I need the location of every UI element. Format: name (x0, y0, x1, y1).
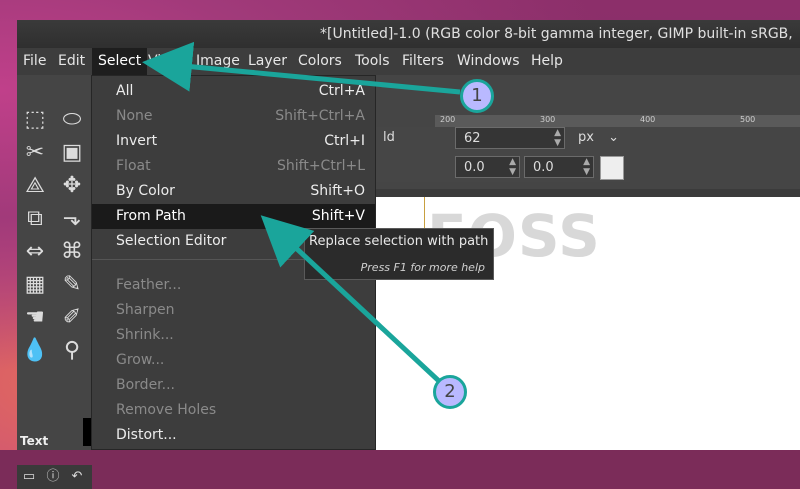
transform-icon[interactable]: ⧉ (20, 204, 50, 234)
scissors-icon[interactable]: ✂ (20, 138, 50, 168)
menu-item-label: Feather... (116, 277, 182, 293)
cage-icon[interactable]: ⌘ (57, 237, 87, 267)
font-size-value: 62 (464, 131, 481, 146)
unit-select[interactable]: px ⌄ (572, 127, 628, 149)
menu-item-label: Distort... (116, 427, 177, 443)
flip-icon[interactable]: ⇔ (20, 237, 50, 267)
font-size-field[interactable]: 62 ▲ ▼ (455, 127, 565, 149)
menu-item-shortcut: Ctrl+A (318, 83, 365, 99)
menu-item-label: By Color (116, 183, 175, 199)
unit-value: px (578, 130, 594, 145)
ruler-tick-400: 400 (640, 115, 656, 124)
crop-icon[interactable]: ⬎ (57, 204, 87, 234)
menu-item-label: All (116, 83, 134, 99)
menu-item-label: Sharpen (116, 302, 175, 318)
menu-item-label: None (116, 108, 153, 124)
menu-filters[interactable]: Filters (396, 48, 450, 75)
menu-item-shortcut: Shift+Ctrl+A (275, 108, 365, 124)
menu-item-label: Border... (116, 377, 176, 393)
ruler-tick-500: 500 (740, 115, 756, 124)
tooltip-help: Press F1 for more help (360, 261, 485, 274)
pencil-icon[interactable]: ✎ (57, 270, 87, 300)
menu-file[interactable]: File (17, 48, 52, 75)
move-icon[interactable]: ✥ (57, 171, 87, 201)
menu-edit[interactable]: Edit (52, 48, 91, 75)
undo-icon[interactable]: ↶ (67, 467, 87, 487)
line-spacing-stepper-icon[interactable]: ▲ ▼ (583, 157, 590, 177)
menu-item-sharpen[interactable]: Sharpen (92, 298, 375, 323)
chevron-down-icon: ⌄ (608, 130, 619, 145)
callout-2: 2 (433, 375, 467, 409)
ink-icon[interactable]: 💧 (20, 336, 50, 366)
menu-item-label: Float (116, 158, 151, 174)
ruler-tick-200: 200 (440, 115, 456, 124)
menu-item-distort[interactable]: Distort... (92, 423, 375, 448)
color-picker-icon[interactable]: ⚲ (57, 336, 87, 366)
menu-item-remove-holes[interactable]: Remove Holes (92, 398, 375, 423)
smudge-icon[interactable]: ☚ (20, 303, 50, 333)
text-color-button[interactable] (600, 156, 624, 180)
menu-item-border[interactable]: Border... (92, 373, 375, 398)
tooltip: Replace selection with path Press F1 for… (304, 228, 494, 280)
rect-select-icon[interactable]: ⬚ (20, 105, 50, 135)
menu-item-shortcut: Shift+V (311, 208, 365, 224)
tooltip-text: Replace selection with path (309, 234, 489, 249)
menu-select[interactable]: Select (92, 48, 148, 75)
menu-item-invert[interactable]: Invert Ctrl+I (92, 129, 375, 154)
menu-colors[interactable]: Colors (292, 48, 348, 75)
line-spacing-field[interactable]: 0.0 ▲ ▼ (524, 156, 594, 178)
line-spacing-value: 0.0 (533, 160, 554, 175)
path-icon[interactable]: ⟁ (20, 171, 50, 201)
tool-label-text: Text (20, 434, 49, 448)
foreground-select-icon[interactable]: ▣ (57, 138, 87, 168)
menu-item-none[interactable]: None Shift+Ctrl+A (92, 104, 375, 129)
menu-tools[interactable]: Tools (349, 48, 396, 75)
indent-field[interactable]: 0.0 ▲ ▼ (455, 156, 520, 178)
menu-item-label: Grow... (116, 352, 165, 368)
menu-windows[interactable]: Windows (451, 48, 526, 75)
window-title: *[Untitled]-1.0 (RGB color 8-bit gamma i… (320, 26, 793, 42)
horizontal-ruler: 200 300 400 500 (435, 115, 800, 127)
menu-image[interactable]: Image (190, 48, 246, 75)
menu-item-label: Invert (116, 133, 158, 149)
menu-item-by-color[interactable]: By Color Shift+O (92, 179, 375, 204)
menu-item-shortcut: Shift+O (310, 183, 365, 199)
monitor-icon[interactable]: ▭ (19, 467, 39, 487)
menu-item-grow[interactable]: Grow... (92, 348, 375, 373)
ellipse-select-icon[interactable]: ⬭ (57, 105, 87, 135)
dock-tabs: ▭ ⓘ ↶ (17, 465, 92, 489)
gradient-icon[interactable]: ▦ (20, 270, 50, 300)
menu-help[interactable]: Help (525, 48, 569, 75)
menu-item-from-path[interactable]: From Path Shift+V (92, 204, 375, 229)
menu-item-label: From Path (116, 208, 186, 224)
menu-item-label: Selection Editor (116, 233, 227, 249)
heal-icon[interactable]: ✐ (57, 303, 87, 333)
menu-item-all[interactable]: All Ctrl+A (92, 79, 375, 104)
menu-view[interactable]: View (142, 48, 187, 75)
indent-value: 0.0 (464, 160, 485, 175)
menu-item-shortcut: Ctrl+I (324, 133, 365, 149)
ruler-tick-300: 300 (540, 115, 556, 124)
title-bar: *[Untitled]-1.0 (RGB color 8-bit gamma i… (17, 20, 800, 48)
indent-stepper-icon[interactable]: ▲ ▼ (509, 157, 516, 177)
info-icon[interactable]: ⓘ (43, 467, 63, 487)
menu-item-shortcut: Shift+Ctrl+L (277, 158, 365, 174)
menu-item-float[interactable]: Float Shift+Ctrl+L (92, 154, 375, 179)
toolbox: ⬚ ⬭ ✂ ▣ ⟁ ✥ ⧉ ⬎ ⇔ ⌘ ▦ ✎ ☚ ✐ 💧 ⚲ ▭ ⓘ ↶ Te… (17, 75, 93, 489)
callout-1: 1 (460, 79, 494, 113)
menu-bar: File Edit Select View Image Layer Colors… (17, 48, 800, 75)
font-size-stepper-icon[interactable]: ▲ ▼ (554, 128, 561, 148)
font-field-label: ld (383, 130, 395, 145)
text-tool-options: ld 62 ▲ ▼ px ⌄ 0.0 ▲ ▼ 0.0 ▲ ▼ (375, 127, 630, 182)
menu-item-label: Shrink... (116, 327, 174, 343)
menu-item-shrink[interactable]: Shrink... (92, 323, 375, 348)
menu-layer[interactable]: Layer (242, 48, 293, 75)
menu-item-label: Remove Holes (116, 402, 217, 418)
